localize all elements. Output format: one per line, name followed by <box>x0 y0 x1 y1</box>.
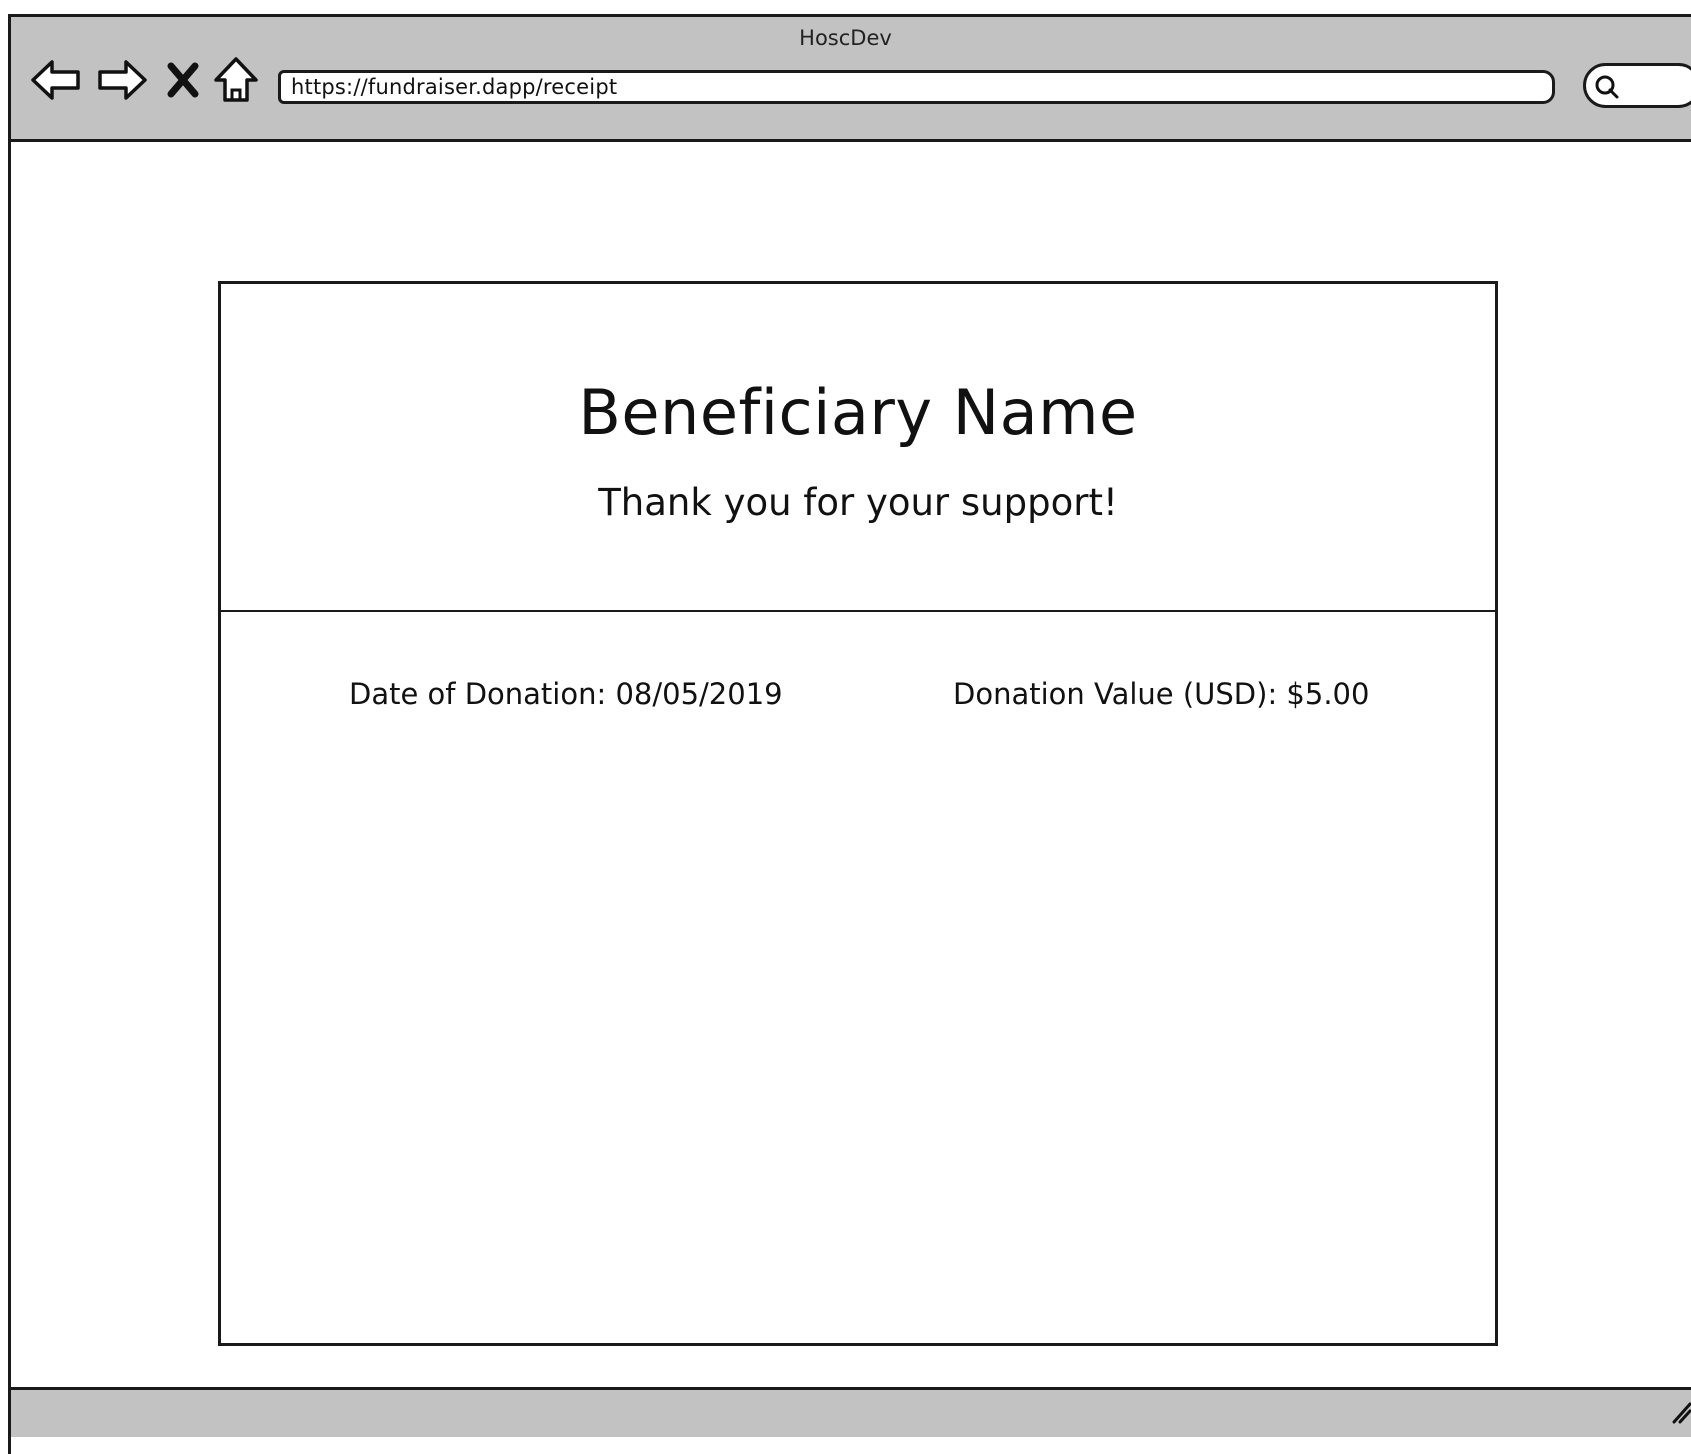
window-title: HoscDev <box>799 26 892 50</box>
back-arrow-icon <box>31 60 80 100</box>
url-text: https://fundraiser.dapp/receipt <box>291 75 618 99</box>
forward-arrow-icon <box>98 60 147 100</box>
resize-grip-icon[interactable] <box>1668 1398 1691 1424</box>
back-button[interactable] <box>30 56 82 104</box>
receipt-header: Beneficiary Name Thank you for your supp… <box>221 284 1495 612</box>
thank-you-message: Thank you for your support! <box>598 481 1118 524</box>
search-icon <box>1595 75 1619 99</box>
address-bar[interactable]: https://fundraiser.dapp/receipt <box>278 70 1555 104</box>
status-bar <box>11 1387 1691 1437</box>
close-icon <box>167 62 199 98</box>
home-icon <box>214 57 258 102</box>
stop-button[interactable] <box>165 56 201 104</box>
receipt-card: Beneficiary Name Thank you for your supp… <box>218 281 1498 1346</box>
home-button[interactable] <box>213 56 259 104</box>
beneficiary-name: Beneficiary Name <box>578 376 1138 449</box>
forward-button[interactable] <box>96 56 148 104</box>
browser-search-field[interactable] <box>1583 63 1691 108</box>
donation-value: Donation Value (USD): $5.00 <box>953 677 1370 711</box>
donation-date: Date of Donation: 08/05/2019 <box>349 677 783 711</box>
